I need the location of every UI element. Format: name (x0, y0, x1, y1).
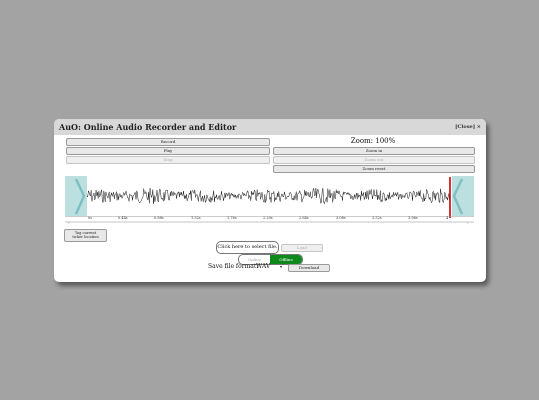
waveform-trace (86, 187, 450, 205)
tick-label: 0s (88, 216, 93, 220)
tick-label: 1.32s (191, 216, 201, 220)
play-button[interactable]: Play (66, 147, 270, 155)
zoom-level-label: Zoom: 100% (350, 137, 396, 145)
scroll-left-arrow-icon[interactable]: ‹ (68, 220, 70, 225)
load-button[interactable]: Load (281, 244, 323, 252)
tick-label: 0.88s (154, 216, 164, 220)
file-select-input[interactable]: Click here to select file. (216, 241, 279, 254)
download-button[interactable]: Download (288, 264, 330, 272)
tag-ticker-button[interactable]: Tag current ticker location (64, 229, 107, 242)
tick-label: 2.64s (299, 216, 309, 220)
close-button[interactable]: [Close] × (455, 124, 481, 130)
format-select-value: WAV (256, 263, 271, 270)
record-button[interactable]: Record (66, 138, 270, 146)
tag-button-line2: ticker location (72, 235, 99, 239)
tick-label: 2.20s (263, 216, 273, 220)
chevron-down-icon: ▾ (280, 264, 283, 269)
zoom-reset-button[interactable]: Zoom reset (273, 165, 475, 173)
tick-label: 4 (446, 216, 449, 220)
tick-label: 1.76s (227, 216, 237, 220)
tick-label: 3.96s (408, 216, 418, 220)
stop-button[interactable]: Stop (66, 156, 270, 164)
tick-label: 3.52s (372, 216, 382, 220)
dialog-title: AuO: Online Audio Recorder and Editor (59, 122, 237, 132)
zoom-in-button[interactable]: Zoom in (273, 147, 475, 155)
zoom-out-button[interactable]: Zoom out (273, 156, 475, 164)
tick-label: 0.44s (118, 216, 128, 220)
scroll-right-arrow-icon[interactable]: › (467, 220, 469, 225)
dialog-titlebar: AuO: Online Audio Recorder and Editor [C… (54, 119, 486, 135)
save-format-label: Save file format: (208, 263, 259, 270)
tick-label: 3.08s (336, 216, 346, 220)
format-select[interactable]: WAV ▾ (256, 263, 286, 271)
